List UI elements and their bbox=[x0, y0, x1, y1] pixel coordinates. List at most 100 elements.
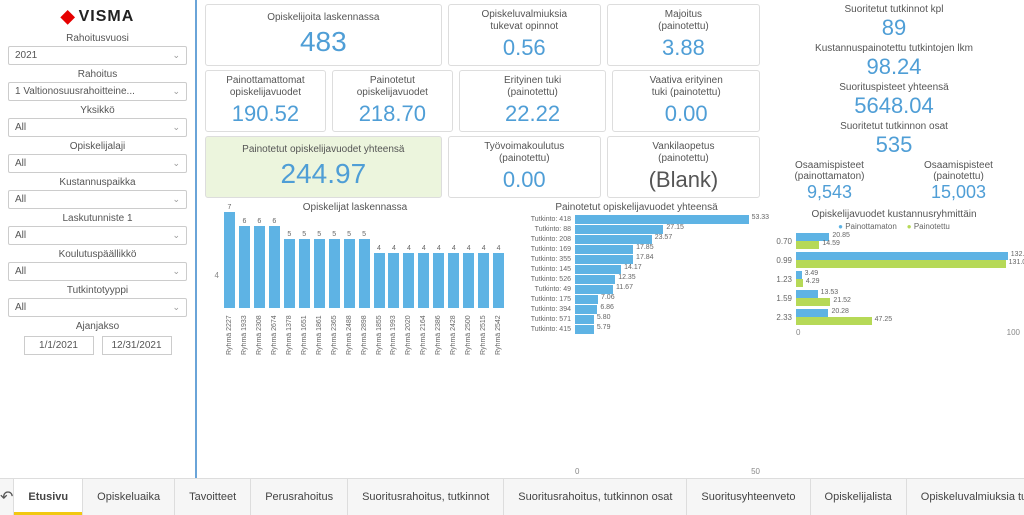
chart-opiskelijat[interactable]: Opiskelijat laskennassa 4 7Ryhmä 22276Ry… bbox=[205, 202, 505, 476]
tab-opiskeluvalmiuksia-tukevat[interactable]: Opiskeluvalmiuksia tukevat bbox=[907, 479, 1024, 515]
hbar-row: Tutkinto: 8827.15 bbox=[513, 225, 754, 234]
bar-column: 4Ryhmä 2164 bbox=[417, 245, 430, 355]
date-to-input[interactable]: 12/31/2021 bbox=[102, 336, 172, 355]
filter-tutkintotyyppi[interactable]: All ⌄ bbox=[8, 298, 187, 317]
grouped-row: 1.233.494.29 bbox=[768, 271, 1020, 287]
bar-column: 4Ryhmä 2515 bbox=[477, 245, 490, 355]
bar-column: 4Ryhmä 1855 bbox=[373, 245, 386, 355]
chevron-down-icon: ⌄ bbox=[172, 50, 180, 61]
hbar-row: Tutkinto: 5715.80 bbox=[513, 315, 754, 324]
grouped-row: 0.7020.8514.59 bbox=[768, 233, 1020, 249]
hbar-row: Tutkinto: 52612.35 bbox=[513, 275, 754, 284]
card-erityinen: Erityinen tuki(painotettu) 22.22 bbox=[459, 70, 607, 132]
filter-rahoitusvuosi[interactable]: 2021 ⌄ bbox=[8, 46, 187, 65]
brand-logo: ◆ VISMA bbox=[8, 6, 187, 27]
filter-rahoitus[interactable]: 1 Valtionosuusrahoitteine... ⌄ bbox=[8, 82, 187, 101]
bar-column: 4Ryhmä 2500 bbox=[462, 245, 475, 355]
hbar-row: Tutkinto: 20823.57 bbox=[513, 235, 754, 244]
chevron-down-icon: ⌄ bbox=[172, 266, 180, 277]
filter-label-kustannuspaikka: Kustannuspaikka bbox=[8, 177, 187, 188]
hbar-row: Tutkinto: 16917.85 bbox=[513, 245, 754, 254]
grouped-row: 2.3320.2847.25 bbox=[768, 309, 1020, 325]
card-yhteensa: Painotetut opiskelijavuodet yhteensä 244… bbox=[205, 136, 442, 198]
filter-opiskelijalaji[interactable]: All ⌄ bbox=[8, 154, 187, 173]
bar-column: 4Ryhmä 2386 bbox=[432, 245, 445, 355]
bar-column: 4Ryhmä 2428 bbox=[447, 245, 460, 355]
grouped-row: 1.5913.5321.52 bbox=[768, 290, 1020, 306]
filter-label-laskutunniste: Laskutunniste 1 bbox=[8, 213, 187, 224]
hbar-row: Tutkinto: 41853.33 bbox=[513, 215, 754, 224]
tab-suoritusrahoitus-tutkinnon-osat[interactable]: Suoritusrahoitus, tutkinnon osat bbox=[504, 479, 687, 515]
filter-label-koulutuspaallikko: Koulutuspäällikkö bbox=[8, 249, 187, 260]
bar-column: 5Ryhmä 1651 bbox=[298, 231, 311, 355]
bar-column: 5Ryhmä 2365 bbox=[328, 231, 341, 355]
kpi-suorituspisteet: Suorituspisteet yhteensä 5648.04 bbox=[768, 82, 1020, 119]
card-painotetut: Painotetutopiskelijavuodet 218.70 bbox=[332, 70, 453, 132]
tab-opiskeluaika[interactable]: Opiskeluaika bbox=[83, 479, 175, 515]
kpi-tutkinnot-kpl: Suoritetut tutkinnot kpl 89 bbox=[768, 4, 1020, 41]
filter-label-rahoitus: Rahoitus bbox=[8, 69, 187, 80]
tab-opiskelijalista[interactable]: Opiskelijalista bbox=[811, 479, 907, 515]
hbar-row: Tutkinto: 3946.86 bbox=[513, 305, 754, 314]
logo-icon: ◆ bbox=[61, 6, 75, 27]
chevron-down-icon: ⌄ bbox=[172, 230, 180, 241]
tab-suoritusyhteenveto[interactable]: Suoritusyhteenveto bbox=[687, 479, 810, 515]
bar-column: 5Ryhmä 1861 bbox=[313, 231, 326, 355]
filter-laskutunniste[interactable]: All ⌄ bbox=[8, 226, 187, 245]
grouped-row: 0.99132.37131.04 bbox=[768, 252, 1020, 268]
kpi-column: Suoritetut tutkinnot kpl 89 Kustannuspai… bbox=[768, 4, 1020, 476]
card-majoitus: Majoitus(painotettu) 3.88 bbox=[607, 4, 760, 66]
brand-name: VISMA bbox=[79, 8, 135, 26]
card-opiskelijoita: Opiskelijoita laskennassa 483 bbox=[205, 4, 442, 66]
bar-column: 5Ryhmä 2488 bbox=[343, 231, 356, 355]
kpi-osaamis-painotettu: Osaamispisteet(painotettu) 15,003 bbox=[897, 160, 1020, 203]
filter-yksikko[interactable]: All ⌄ bbox=[8, 118, 187, 137]
card-vankila: Vankilaopetus(painotettu) (Blank) bbox=[607, 136, 760, 198]
back-button[interactable]: ↶ bbox=[0, 479, 14, 515]
main-dashboard: Opiskelijoita laskennassa 483 Opiskeluva… bbox=[195, 0, 1024, 478]
filter-label-tutkintotyyppi: Tutkintotyyppi bbox=[8, 285, 187, 296]
hbar-row: Tutkinto: 14514.17 bbox=[513, 265, 754, 274]
chevron-down-icon: ⌄ bbox=[172, 122, 180, 133]
filter-label-yksikko: Yksikkö bbox=[8, 105, 187, 116]
hbar-row: Tutkinto: 1757.06 bbox=[513, 295, 754, 304]
bar-column: 6Ryhmä 1933 bbox=[238, 218, 251, 356]
chevron-down-icon: ⌄ bbox=[172, 158, 180, 169]
bar-column: 5Ryhmä 2898 bbox=[358, 231, 371, 355]
bar-column: 6Ryhmä 2308 bbox=[253, 218, 266, 356]
card-vaativa: Vaativa erityinentuki (painotettu) 0.00 bbox=[612, 70, 760, 132]
bar-column: 4Ryhmä 1993 bbox=[387, 245, 400, 355]
bar-column: 4Ryhmä 2542 bbox=[492, 245, 505, 355]
bar-column: 6Ryhmä 2674 bbox=[268, 218, 281, 356]
card-painottamattomat: Painottamattomatopiskelijavuodet 190.52 bbox=[205, 70, 326, 132]
filter-kustannuspaikka[interactable]: All ⌄ bbox=[8, 190, 187, 209]
page-tabs: ↶ EtusivuOpiskeluaikaTavoitteetPerusraho… bbox=[0, 478, 1024, 515]
chart-painotetut-yhteensa[interactable]: Painotetut opiskelijavuodet yhteensä Tut… bbox=[513, 202, 760, 476]
bar-column: 4Ryhmä 2020 bbox=[402, 245, 415, 355]
hbar-row: Tutkinto: 4155.79 bbox=[513, 325, 754, 334]
bar-column: 7Ryhmä 2227 bbox=[223, 204, 236, 355]
card-opiskeluvalmiuksia: Opiskeluvalmiuksiatukevat opinnot 0.56 bbox=[448, 4, 601, 66]
bar-column: 5Ryhmä 1378 bbox=[283, 231, 296, 355]
date-from-input[interactable]: 1/1/2021 bbox=[24, 336, 94, 355]
filter-label-opiskelijalaji: Opiskelijalaji bbox=[8, 141, 187, 152]
legend-painottamaton: Painottamaton bbox=[838, 222, 897, 231]
hbar-row: Tutkinto: 4911.67 bbox=[513, 285, 754, 294]
chevron-down-icon: ⌄ bbox=[172, 194, 180, 205]
filter-koulutuspaallikko[interactable]: All ⌄ bbox=[8, 262, 187, 281]
hbar-row: Tutkinto: 35517.84 bbox=[513, 255, 754, 264]
filter-label-ajanjakso: Ajanjakso bbox=[8, 321, 187, 332]
kpi-tutkinnon-osat: Suoritetut tutkinnon osat 535 bbox=[768, 121, 1020, 158]
chart-kustannusryhmittain[interactable]: Opiskelijavuodet kustannusryhmittäin Pai… bbox=[768, 209, 1020, 476]
kpi-osaamis-painottamaton: Osaamispisteet(painottamaton) 9,543 bbox=[768, 160, 891, 203]
card-tyovoima: Työvoimakoulutus(painotettu) 0.00 bbox=[448, 136, 601, 198]
tab-tavoitteet[interactable]: Tavoitteet bbox=[175, 479, 251, 515]
chevron-down-icon: ⌄ bbox=[172, 86, 180, 97]
tab-suoritusrahoitus-tutkinnot[interactable]: Suoritusrahoitus, tutkinnot bbox=[348, 479, 504, 515]
tab-perusrahoitus[interactable]: Perusrahoitus bbox=[251, 479, 348, 515]
legend-painotettu: Painotettu bbox=[907, 222, 950, 231]
kpi-kust-tutk: Kustannuspainotettu tutkintojen lkm 98.2… bbox=[768, 43, 1020, 80]
filter-sidebar: ◆ VISMA Rahoitusvuosi 2021 ⌄ Rahoitus 1 … bbox=[0, 0, 195, 478]
tab-etusivu[interactable]: Etusivu bbox=[14, 479, 83, 515]
filter-label-rahoitusvuosi: Rahoitusvuosi bbox=[8, 33, 187, 44]
